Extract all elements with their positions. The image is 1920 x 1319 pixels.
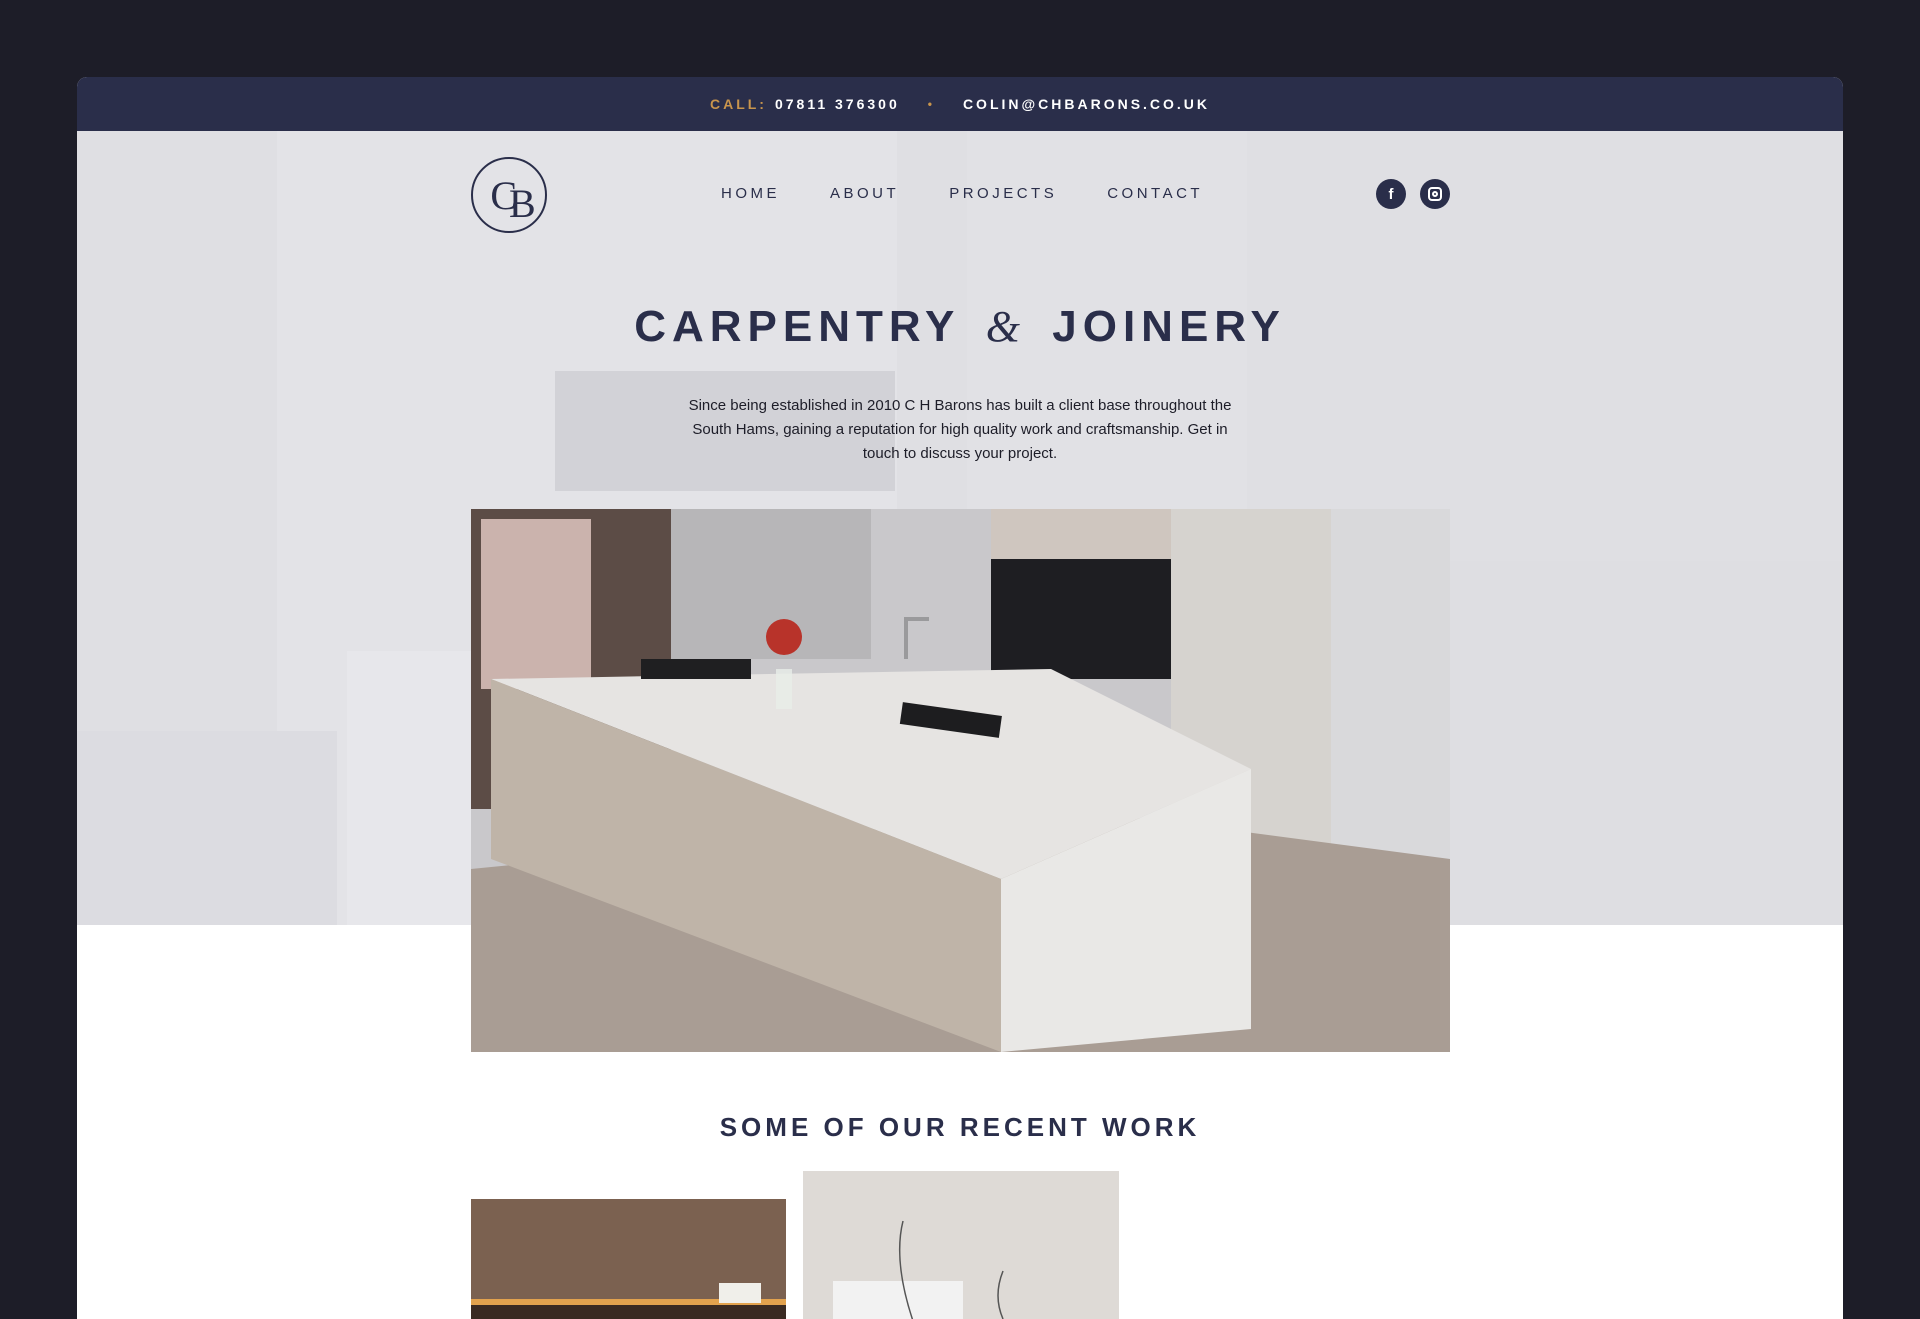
page-title: CARPENTRY & JOINERY bbox=[77, 301, 1843, 352]
intro-text: Since being established in 2010 C H Baro… bbox=[688, 397, 1232, 462]
title-ampersand: & bbox=[985, 302, 1027, 351]
photo-window-view bbox=[481, 519, 591, 689]
contact-bar: CALL: 07811 376300 • COLIN@CHBARONS.CO.U… bbox=[77, 77, 1843, 131]
photo-vase bbox=[776, 669, 792, 709]
photo-hob bbox=[641, 659, 751, 679]
photo-ovens bbox=[991, 559, 1171, 679]
thumb-1-shelf bbox=[471, 1304, 786, 1319]
thumb-1-lightbox bbox=[719, 1283, 761, 1303]
nav-home[interactable]: HOME bbox=[721, 185, 780, 202]
call-label: CALL: bbox=[709, 96, 767, 112]
bullet-separator: • bbox=[927, 97, 935, 111]
facebook-icon[interactable]: f bbox=[1376, 179, 1406, 209]
thumb-2-illustration bbox=[803, 1171, 1119, 1319]
title-joinery: JOINERY bbox=[1052, 302, 1286, 351]
main-nav: HOME ABOUT PROJECTS CONTACT bbox=[721, 185, 1203, 202]
phone-link[interactable]: 07811 376300 bbox=[775, 96, 900, 112]
nav-projects[interactable]: PROJECTS bbox=[949, 185, 1057, 202]
instagram-icon[interactable] bbox=[1420, 179, 1450, 209]
email-link[interactable]: COLIN@CHBARONS.CO.UK bbox=[963, 96, 1210, 112]
site-logo[interactable]: C B bbox=[471, 157, 547, 233]
title-carpentry: CARPENTRY bbox=[634, 302, 960, 351]
nav-about[interactable]: ABOUT bbox=[830, 185, 899, 202]
recent-work-thumb-2[interactable] bbox=[803, 1171, 1119, 1319]
kitchen-photo bbox=[471, 509, 1450, 1052]
logo-letter-b: B bbox=[509, 180, 536, 226]
logo-letter-c: C bbox=[490, 172, 517, 218]
thumb-1-illustration bbox=[471, 1199, 786, 1319]
browser-page: CALL: 07811 376300 • COLIN@CHBARONS.CO.U… bbox=[77, 77, 1843, 1319]
thumb-2-extractor bbox=[833, 1281, 963, 1319]
recent-work-thumb-1[interactable] bbox=[471, 1199, 786, 1319]
photo-flowers bbox=[766, 619, 802, 655]
kitchen-illustration bbox=[471, 509, 1450, 1052]
recent-work-title: SOME OF OUR RECENT WORK bbox=[719, 1112, 1201, 1142]
nav-contact[interactable]: CONTACT bbox=[1107, 185, 1203, 202]
facebook-glyph: f bbox=[1388, 185, 1394, 203]
instagram-glyph bbox=[1428, 187, 1442, 201]
